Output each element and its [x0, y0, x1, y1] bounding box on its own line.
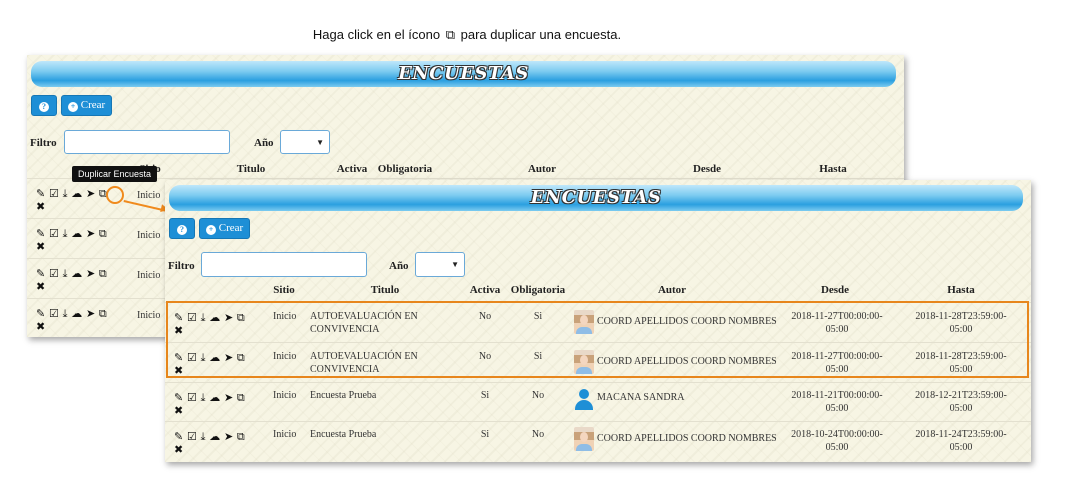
- help-button[interactable]: ?: [31, 95, 57, 116]
- filter-label: Filtro: [30, 137, 57, 149]
- cell-sitio: Inicio: [273, 390, 297, 401]
- duplicated-rows-highlight: [166, 301, 1029, 378]
- plus-icon: +: [68, 102, 78, 112]
- cell-sitio: Inicio: [137, 190, 161, 201]
- delete-icon[interactable]: ✖: [174, 443, 184, 456]
- cell-autor: COORD APELLIDOS COORD NOMBRES: [597, 433, 777, 444]
- column-autor: Autor: [657, 284, 687, 296]
- cell-obligatoria: No: [531, 429, 545, 440]
- action-icons[interactable]: ✎ ☑ ⤓ ☁ ➤ ⧉: [36, 188, 107, 200]
- question-icon: ?: [39, 102, 49, 112]
- create-button-label: Crear: [80, 99, 106, 111]
- cell-titulo: Encuesta Prueba: [310, 429, 377, 440]
- column-obligatoria: Obligatoria: [510, 284, 566, 296]
- title-bar: ENCUESTAS: [169, 185, 1023, 211]
- column-desde: Desde: [820, 284, 850, 296]
- avatar: [574, 427, 594, 451]
- delete-icon[interactable]: ✖: [36, 280, 46, 293]
- chevron-down-icon: ▼: [316, 138, 324, 147]
- cell-sitio: Inicio: [137, 230, 161, 241]
- cell-hasta: 2018-11-24T23:59:00-05:00: [915, 429, 1007, 453]
- page-title: ENCUESTAS: [530, 187, 662, 208]
- duplicate-icon: ⧉: [445, 27, 456, 42]
- row-actions[interactable]: ✎ ☑ ⤓ ☁ ➤ ⧉ ✖: [36, 267, 107, 293]
- row-actions[interactable]: ✎ ☑ ⤓ ☁ ➤ ⧉ ✖: [174, 430, 245, 456]
- year-select[interactable]: ▼: [280, 130, 330, 154]
- column-activa: Activa: [469, 284, 501, 296]
- filter-input[interactable]: [64, 130, 230, 154]
- column-hasta: Hasta: [947, 284, 975, 296]
- row-actions[interactable]: ✎ ☑ ⤓ ☁ ➤ ⧉ ✖: [36, 227, 107, 253]
- duplicate-tooltip: Duplicar Encuesta: [72, 166, 158, 182]
- cell-sitio: Inicio: [137, 270, 161, 281]
- user-icon: [574, 388, 594, 410]
- column-titulo: Titulo: [370, 284, 400, 296]
- delete-icon[interactable]: ✖: [174, 404, 184, 417]
- action-icons[interactable]: ✎ ☑ ⤓ ☁ ➤ ⧉: [36, 308, 107, 320]
- cell-obligatoria: No: [531, 390, 545, 401]
- duplicate-icon-highlight: [106, 186, 124, 204]
- row-actions[interactable]: ✎ ☑ ⤓ ☁ ➤ ⧉ ✖: [174, 391, 245, 417]
- year-label: Año: [389, 260, 409, 272]
- cell-desde: 2018-10-24T00:00:00-05:00: [791, 429, 883, 453]
- cell-hasta: 2018-12-21T23:59:00-05:00: [915, 390, 1007, 414]
- filter-label: Filtro: [168, 260, 195, 272]
- instruction-after: para duplicar una encuesta.: [460, 27, 622, 42]
- chevron-down-icon: ▼: [451, 260, 459, 269]
- column-activa: Activa: [336, 163, 368, 175]
- column-desde: Desde: [692, 163, 722, 175]
- table-row: ✎ ☑ ⤓ ☁ ➤ ⧉ ✖ Inicio Encuesta Prueba Si …: [165, 382, 1031, 422]
- page-title: ENCUESTAS: [398, 63, 529, 84]
- column-titulo: Titulo: [236, 163, 266, 175]
- cell-activa: Si: [480, 429, 490, 440]
- title-bar: ENCUESTAS: [31, 61, 896, 87]
- create-button[interactable]: + Crear: [199, 218, 251, 239]
- action-icons[interactable]: ✎ ☑ ⤓ ☁ ➤ ⧉: [36, 268, 107, 280]
- row-actions[interactable]: ✎ ☑ ⤓ ☁ ➤ ⧉ ✖: [36, 187, 107, 213]
- cell-desde: 2018-11-21T00:00:00-05:00: [791, 390, 883, 414]
- column-hasta: Hasta: [819, 163, 847, 175]
- year-select[interactable]: ▼: [415, 252, 465, 277]
- instruction-text: Haga click en el ícono ⧉ para duplicar u…: [0, 27, 934, 43]
- table-row: ✎ ☑ ⤓ ☁ ➤ ⧉ ✖ Inicio Encuesta Prueba Si …: [165, 421, 1031, 461]
- year-label: Año: [254, 137, 274, 149]
- delete-icon[interactable]: ✖: [36, 200, 46, 213]
- plus-icon: +: [206, 225, 216, 235]
- create-button-label: Crear: [218, 222, 244, 234]
- row-actions[interactable]: ✎ ☑ ⤓ ☁ ➤ ⧉ ✖: [36, 307, 107, 333]
- filter-input[interactable]: [201, 252, 367, 277]
- cell-sitio: Inicio: [273, 429, 297, 440]
- delete-icon[interactable]: ✖: [36, 240, 46, 253]
- create-button[interactable]: + Crear: [61, 95, 113, 116]
- cell-activa: Si: [480, 390, 490, 401]
- action-icons[interactable]: ✎ ☑ ⤓ ☁ ➤ ⧉: [174, 392, 245, 404]
- action-icons[interactable]: ✎ ☑ ⤓ ☁ ➤ ⧉: [174, 431, 245, 443]
- column-autor: Autor: [527, 163, 557, 175]
- instruction-before: Haga click en el ícono: [312, 27, 441, 42]
- action-icons[interactable]: ✎ ☑ ⤓ ☁ ➤ ⧉: [36, 228, 107, 240]
- cell-sitio: Inicio: [137, 310, 161, 321]
- delete-icon[interactable]: ✖: [36, 320, 46, 333]
- column-sitio: Sitio: [273, 284, 295, 296]
- cell-titulo: Encuesta Prueba: [310, 390, 377, 401]
- cell-autor: MACANA SANDRA: [597, 392, 685, 403]
- help-button[interactable]: ?: [169, 218, 195, 239]
- column-obligatoria: Obligatoria: [377, 163, 433, 175]
- question-icon: ?: [177, 225, 187, 235]
